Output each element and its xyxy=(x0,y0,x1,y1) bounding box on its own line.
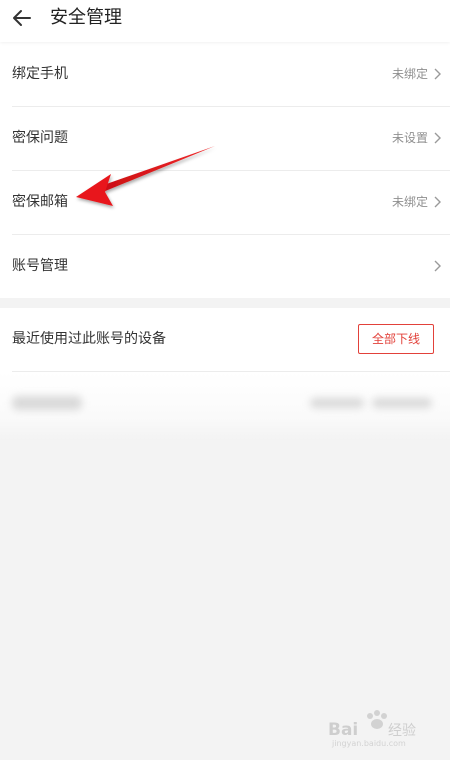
status-text: 未设置 xyxy=(391,131,428,145)
svg-text:jingyan.baidu.com: jingyan.baidu.com xyxy=(331,739,406,748)
list-item-label: 账号管理 xyxy=(12,258,68,274)
svg-text:经验: 经验 xyxy=(388,723,416,739)
security-settings-list: 绑定手机 未绑定 密保问题 未设置 密保邮箱 未绑定 账号管理 xyxy=(0,42,450,298)
top-bar: 安全管理 xyxy=(0,0,450,42)
list-item-label: 绑定手机 xyxy=(12,66,68,82)
svg-text:Bai: Bai xyxy=(328,720,358,740)
blurred-device-name xyxy=(12,396,82,410)
list-item-bind-phone[interactable]: 绑定手机 未绑定 xyxy=(0,42,450,106)
watermark-logo: Bai 经验 jingyan.baidu.com xyxy=(328,710,416,748)
blurred-device-time xyxy=(310,398,364,408)
blurred-device-location xyxy=(372,398,432,408)
list-item-account-management[interactable]: 账号管理 xyxy=(0,234,450,298)
status-text: 未绑定 xyxy=(391,67,428,81)
list-item-security-question[interactable]: 密保问题 未设置 xyxy=(0,106,450,170)
back-button[interactable] xyxy=(6,2,38,34)
arrow-left-icon xyxy=(13,10,31,26)
section-title: 最近使用过此账号的设备 xyxy=(12,331,166,347)
recent-devices-section: 最近使用过此账号的设备 全部下线 xyxy=(0,308,450,440)
status-text: 未绑定 xyxy=(391,195,428,209)
chevron-right-icon xyxy=(434,68,441,80)
page-title: 安全管理 xyxy=(50,7,122,28)
device-list-item-blurred[interactable] xyxy=(0,372,450,434)
chevron-right-icon xyxy=(434,196,441,208)
logout-all-button[interactable]: 全部下线 xyxy=(358,324,434,354)
chevron-right-icon xyxy=(434,260,441,272)
chevron-right-icon xyxy=(434,132,441,144)
list-item-security-email[interactable]: 密保邮箱 未绑定 xyxy=(0,170,450,234)
list-item-label: 密保邮箱 xyxy=(12,194,68,210)
list-item-label: 密保问题 xyxy=(12,130,68,146)
